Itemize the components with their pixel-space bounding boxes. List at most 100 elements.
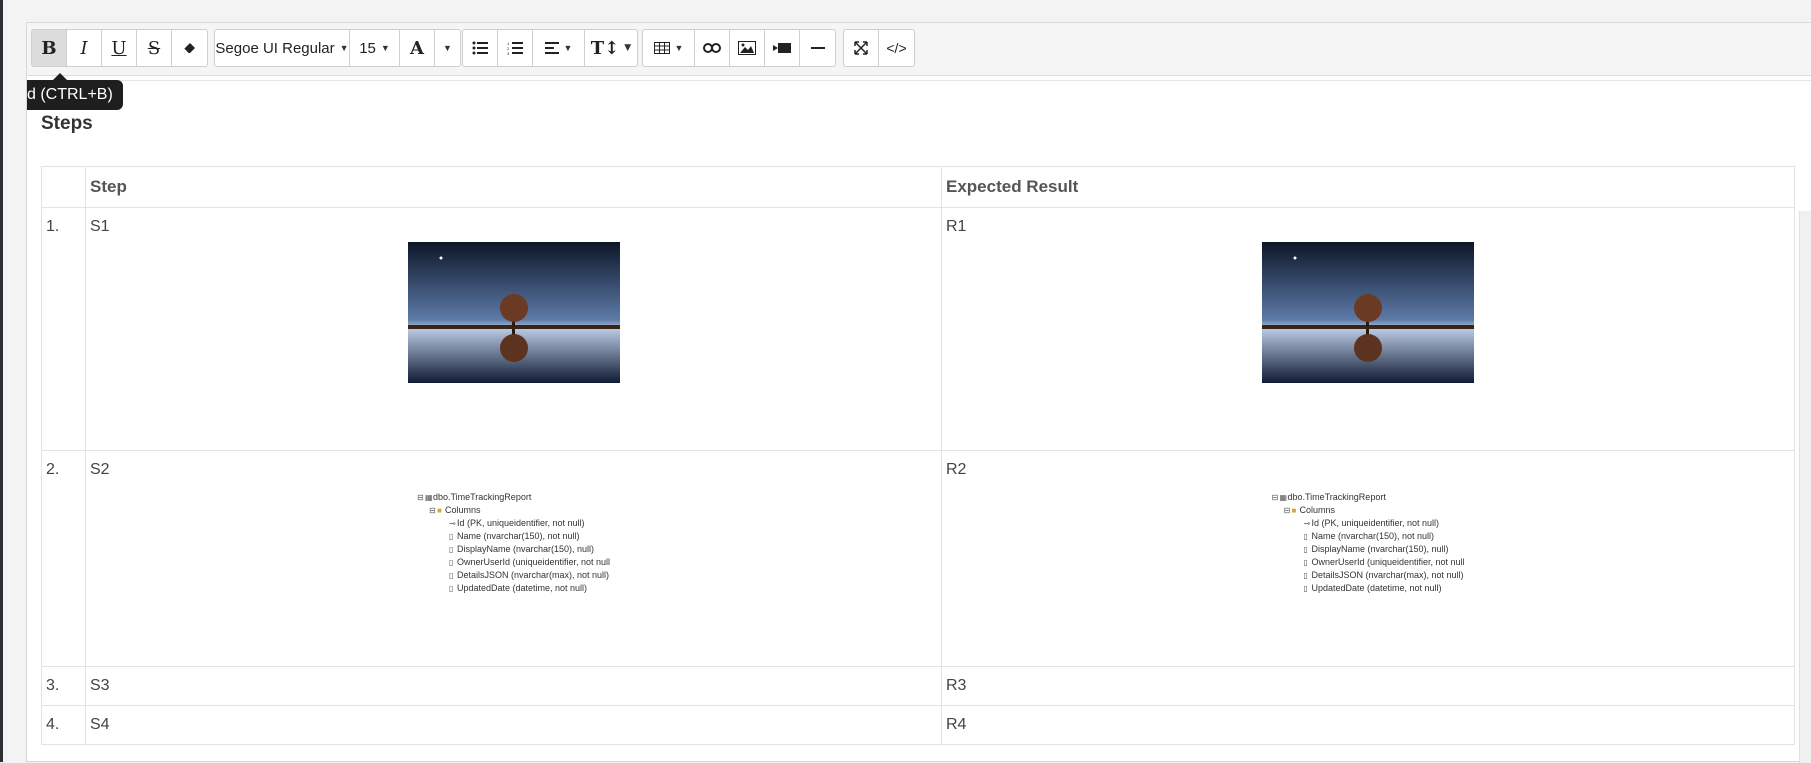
result-cell[interactable]: R3: [941, 666, 1795, 706]
font-color-icon: A: [410, 37, 424, 59]
schema-column: Name (nvarchar(150), not null): [456, 531, 580, 541]
schema-column: Id (PK, uniqueidentifier, not null): [456, 518, 585, 528]
table-row: 2. S2 ⊟▦dbo.TimeTrackingReport ⊟■ Columns…: [41, 450, 1795, 667]
expand-icon: [854, 41, 868, 55]
svg-text:3: 3: [507, 51, 510, 55]
schema-image[interactable]: ⊟▦dbo.TimeTrackingReport ⊟■ Columns ⊸Id (…: [417, 491, 610, 595]
table-row: 4. S4 R4: [41, 705, 1795, 745]
schema-column: Name (nvarchar(150), not null): [1311, 531, 1435, 541]
schema-column: UpdatedDate (datetime, not null): [1311, 583, 1442, 593]
result-cell[interactable]: R2 ⊟▦dbo.TimeTrackingReport ⊟■ Columns ⊸I…: [941, 450, 1795, 667]
font-group: Segoe UI Regular ▼ 15 ▼ A ▼: [214, 29, 461, 67]
chevron-down-icon: ▼: [443, 43, 452, 53]
paragraph-group: 123 ▼ T↕ ▼: [462, 29, 638, 67]
clear-format-button[interactable]: [172, 30, 207, 66]
rich-text-editor: B I U S Segoe UI Regular ▼ 15 ▼ A ▼ 123: [26, 22, 1811, 763]
image-icon: [738, 41, 756, 55]
link-icon: [703, 43, 721, 53]
horizontal-rule-button[interactable]: [800, 30, 835, 66]
content-divider: [27, 80, 1811, 81]
step-cell[interactable]: S4: [85, 705, 942, 745]
strikethrough-icon: S: [147, 37, 161, 59]
font-family-select[interactable]: Segoe UI Regular ▼: [215, 30, 350, 66]
underline-button[interactable]: U: [102, 30, 137, 66]
font-color-button[interactable]: A: [400, 30, 435, 66]
step-cell[interactable]: S3: [85, 666, 942, 706]
step-text: S2: [90, 461, 110, 478]
align-dropdown[interactable]: ▼: [533, 30, 585, 66]
eraser-icon: [183, 43, 195, 54]
view-group: </>: [843, 29, 915, 67]
font-color-dropdown[interactable]: ▼: [435, 30, 460, 66]
steps-heading: Steps: [41, 113, 93, 134]
chevron-down-icon: ▼: [674, 43, 684, 53]
link-button[interactable]: [695, 30, 730, 66]
schema-table-name: dbo.TimeTrackingReport: [1287, 492, 1386, 502]
column-icon: ▯: [448, 584, 454, 593]
left-rail: [0, 0, 3, 762]
result-cell[interactable]: R4: [941, 705, 1795, 745]
step-cell[interactable]: S2 ⊟▦dbo.TimeTrackingReport ⊟■ Columns ⊸I…: [85, 450, 942, 667]
column-icon: ▯: [448, 532, 454, 541]
code-view-button[interactable]: </>: [879, 30, 914, 66]
chevron-down-icon: ▼: [563, 43, 573, 53]
column-icon: ▯: [448, 558, 454, 567]
bullet-list-button[interactable]: [463, 30, 498, 66]
italic-button[interactable]: I: [67, 30, 102, 66]
text-style-group: B I U S: [31, 29, 208, 67]
header-step: Step: [85, 166, 942, 208]
insert-group: ▼: [642, 29, 836, 67]
table-icon: [653, 42, 670, 54]
bullet-list-icon: [472, 41, 488, 55]
table-dropdown[interactable]: ▼: [643, 30, 695, 66]
step-text: S1: [90, 218, 110, 235]
bold-button[interactable]: B: [32, 30, 67, 66]
image-button[interactable]: [730, 30, 765, 66]
tooltip-arrow: [53, 73, 67, 80]
font-size-select[interactable]: 15 ▼: [350, 30, 400, 66]
header-expected-result: Expected Result: [941, 166, 1795, 208]
row-number: 4.: [41, 705, 86, 745]
tree-image[interactable]: [1262, 242, 1474, 383]
steps-table: Step Expected Result 1. S1 R1 2. S2 ⊟▦db…: [41, 166, 1795, 745]
schema-column: DetailsJSON (nvarchar(max), not null): [1311, 570, 1464, 580]
table-row: 1. S1 R1: [41, 207, 1795, 451]
italic-icon: I: [80, 37, 88, 59]
column-icon: ▯: [448, 571, 454, 580]
fullscreen-button[interactable]: [844, 30, 879, 66]
numbered-list-button[interactable]: 123: [498, 30, 533, 66]
key-icon: ⊸: [448, 519, 456, 528]
collapse-icon: ⊟: [416, 493, 424, 502]
line-height-dropdown[interactable]: T↕ ▼: [585, 30, 637, 66]
chevron-down-icon: ▼: [380, 43, 390, 53]
numbered-list-icon: 123: [507, 41, 523, 55]
header-number: [41, 166, 86, 208]
chevron-down-icon: ▼: [624, 43, 632, 53]
tree-image[interactable]: [407, 242, 620, 383]
schema-column: UpdatedDate (datetime, not null): [456, 583, 588, 593]
schema-column: Id (PK, uniqueidentifier, not null): [1311, 518, 1440, 528]
video-button[interactable]: [765, 30, 800, 66]
code-icon: </>: [886, 40, 907, 56]
underline-icon: U: [111, 37, 127, 59]
align-left-icon: [544, 42, 559, 54]
font-size-value: 15: [359, 39, 376, 57]
schema-column: DisplayName (nvarchar(150), null): [456, 544, 595, 554]
row-number: 1.: [41, 207, 86, 451]
bold-icon: B: [41, 37, 57, 59]
result-text: R2: [946, 461, 967, 478]
schema-column: OwnerUserId (uniqueidentifier, not null: [1311, 557, 1465, 567]
schema-table-name: dbo.TimeTrackingReport: [432, 492, 532, 502]
vertical-scrollbar[interactable]: [1799, 211, 1811, 763]
collapse-icon: ⊟: [1271, 493, 1279, 502]
line-height-icon: T↕: [590, 37, 620, 59]
step-cell[interactable]: S1: [85, 207, 942, 451]
table-header-row: Step Expected Result: [41, 166, 1795, 208]
result-cell[interactable]: R1: [941, 207, 1795, 451]
horizontal-rule-icon: [810, 47, 825, 49]
strikethrough-button[interactable]: S: [137, 30, 172, 66]
table-icon: ▦: [424, 493, 433, 502]
schema-image[interactable]: ⊟▦dbo.TimeTrackingReport ⊟■ Columns ⊸Id (…: [1271, 491, 1464, 595]
bold-tooltip: d (CTRL+B): [27, 80, 123, 110]
result-text: R1: [946, 218, 967, 235]
